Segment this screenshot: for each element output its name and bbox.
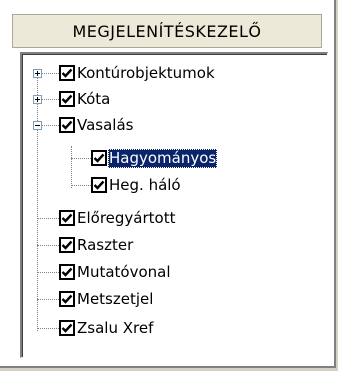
tree-line bbox=[71, 158, 91, 159]
expand-plus-icon[interactable] bbox=[33, 69, 42, 78]
check-icon bbox=[61, 323, 73, 333]
layer-tree[interactable]: Kontúrobjektumok Kóta Vasalás Hagyományo… bbox=[20, 52, 328, 358]
tree-line bbox=[37, 272, 59, 273]
tree-line bbox=[37, 245, 59, 246]
tree-line bbox=[37, 73, 38, 331]
tree-item-label[interactable]: Raszter bbox=[76, 236, 134, 255]
checkbox-heg-halo[interactable] bbox=[91, 177, 107, 193]
tree-item-label[interactable]: Kóta bbox=[76, 90, 111, 109]
checkbox-metszetjel[interactable] bbox=[59, 291, 75, 307]
collapse-minus-icon[interactable] bbox=[33, 121, 42, 130]
tree-item-label[interactable]: Mutatóvonal bbox=[76, 263, 172, 282]
tree-line bbox=[37, 328, 59, 329]
tree-line bbox=[37, 218, 59, 219]
panel-header: MEGJELENÍTÉSKEZELŐ bbox=[12, 14, 322, 48]
layer-tree-frame: Kontúrobjektumok Kóta Vasalás Hagyományo… bbox=[22, 54, 327, 357]
checkbox-hagyomanyos[interactable] bbox=[91, 150, 107, 166]
check-icon bbox=[61, 68, 73, 78]
checkbox-konturobjektumok[interactable] bbox=[59, 65, 75, 81]
tree-item-label[interactable]: Kontúrobjektumok bbox=[76, 64, 216, 83]
tree-line bbox=[71, 185, 91, 186]
tree-item-label[interactable]: Zsalu Xref bbox=[76, 319, 154, 338]
check-icon bbox=[61, 120, 73, 130]
checkbox-zsalu-xref[interactable] bbox=[59, 320, 75, 336]
check-icon bbox=[93, 153, 105, 163]
check-icon bbox=[61, 94, 73, 104]
checkbox-mutatovonal[interactable] bbox=[59, 264, 75, 280]
checkbox-kota[interactable] bbox=[59, 91, 75, 107]
checkbox-raszter[interactable] bbox=[59, 237, 75, 253]
check-icon bbox=[61, 213, 73, 223]
stage: MEGJELENÍTÉSKEZELŐ Kontúrobjektumok Kóta… bbox=[0, 0, 338, 371]
check-icon bbox=[61, 267, 73, 277]
display-manager-panel: MEGJELENÍTÉSKEZELŐ Kontúrobjektumok Kóta… bbox=[0, 0, 336, 368]
tree-line bbox=[71, 146, 72, 188]
panel-title: MEGJELENÍTÉSKEZELŐ bbox=[72, 21, 262, 41]
tree-line bbox=[37, 299, 59, 300]
tree-item-label-selected[interactable]: Hagyományos bbox=[108, 149, 218, 168]
check-icon bbox=[61, 294, 73, 304]
check-icon bbox=[61, 240, 73, 250]
tree-item-label[interactable]: Heg. háló bbox=[108, 176, 182, 195]
tree-item-label[interactable]: Előregyártott bbox=[76, 209, 176, 228]
check-icon bbox=[93, 180, 105, 190]
expand-plus-icon[interactable] bbox=[33, 95, 42, 104]
checkbox-vasalas[interactable] bbox=[59, 117, 75, 133]
checkbox-eloregyartott[interactable] bbox=[59, 210, 75, 226]
tree-item-label[interactable]: Vasalás bbox=[76, 116, 134, 135]
tree-item-label[interactable]: Metszetjel bbox=[76, 290, 154, 309]
